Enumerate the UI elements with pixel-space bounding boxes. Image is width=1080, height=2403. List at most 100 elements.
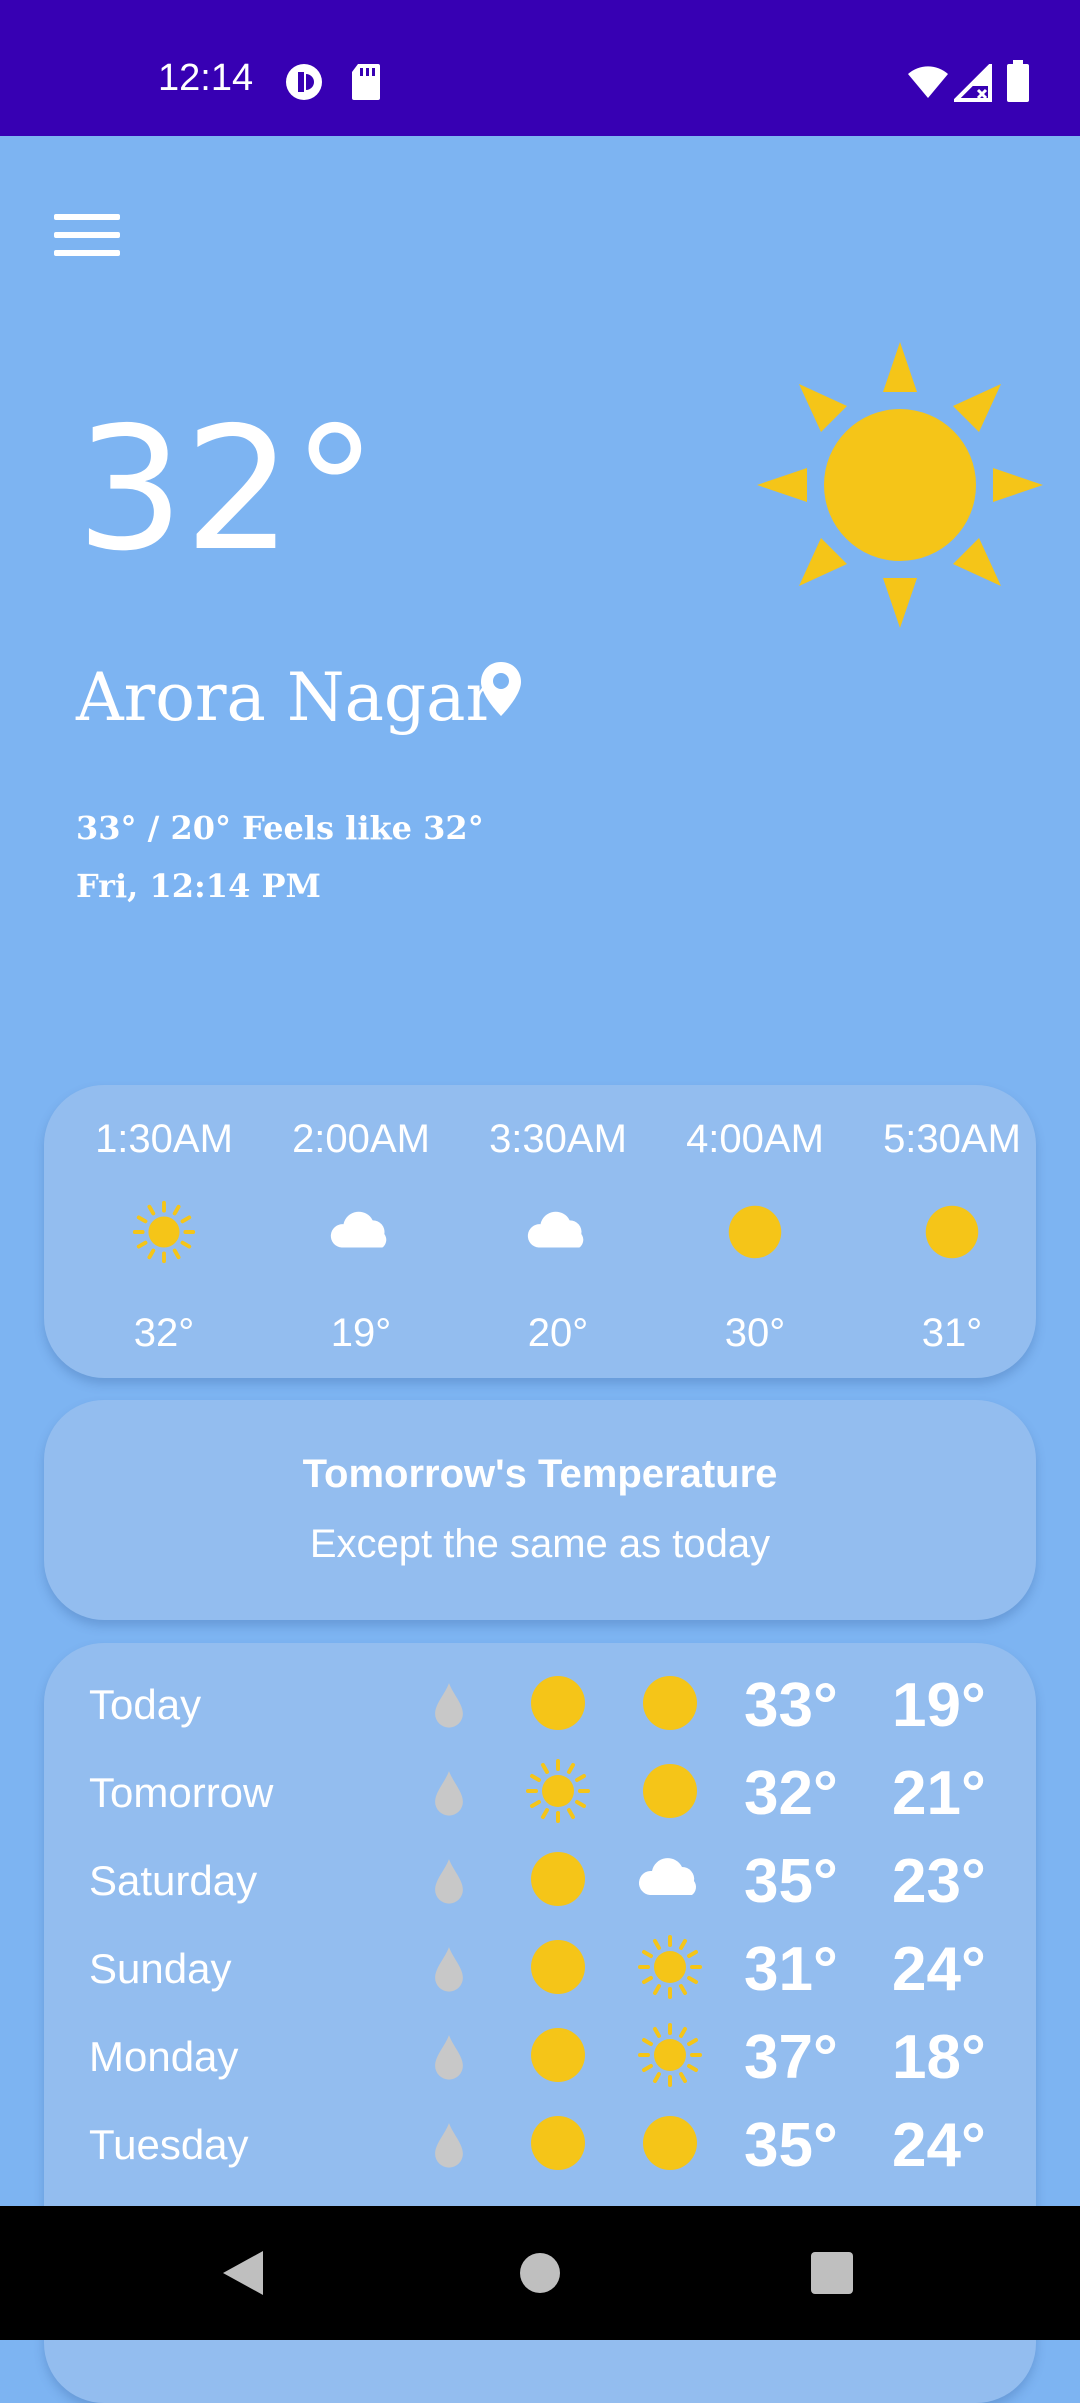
navigation-bar: [0, 2206, 1080, 2340]
day-weather-icon: [522, 1667, 594, 1739]
sun-rays-icon: [132, 1200, 196, 1264]
wifi-icon: [908, 66, 948, 98]
hourly-item: 3:30AM 20°: [458, 1085, 658, 1378]
night-weather-icon: [634, 2107, 706, 2179]
day-high-temperature: 31°: [744, 1935, 838, 2004]
hourly-icon: [523, 1197, 593, 1267]
precipitation-drop-icon: [424, 1759, 474, 1825]
day-name: Tomorrow: [89, 1769, 274, 1816]
vpn-icon: [286, 64, 322, 100]
sun-disc-icon: [643, 1676, 697, 1730]
sun-disc-icon: [531, 2028, 585, 2082]
drop-icon: [435, 1947, 463, 1992]
day-weather-icon: [522, 2107, 594, 2179]
day-name: Saturday: [89, 1857, 258, 1904]
sun-disc-icon: [531, 1940, 585, 1994]
day-low-temperature: 24°: [892, 2111, 986, 2180]
hourly-icon: [326, 1197, 396, 1267]
hourly-time: 2:00AM: [292, 1117, 430, 1161]
sun-rays-icon: [526, 1759, 590, 1823]
hamburger-menu-icon[interactable]: [54, 210, 122, 258]
sun-rays-icon: [638, 2023, 702, 2087]
sun-disc-icon: [643, 1764, 697, 1818]
night-weather-icon: [634, 1667, 706, 1739]
hourly-item: 1:30AM 32°: [64, 1085, 264, 1378]
drop-icon: [435, 1859, 463, 1904]
location-pin-icon[interactable]: [478, 660, 524, 718]
night-weather-icon: [634, 1931, 706, 2003]
drop-icon: [435, 2035, 463, 2080]
status-time: 12:14: [158, 57, 254, 99]
precipitation-drop-icon: [424, 1847, 474, 1913]
drop-icon: [435, 1683, 463, 1728]
daily-row: Saturday 35° 23°: [44, 1837, 1036, 1925]
drop-icon: [435, 2123, 463, 2168]
hourly-temperature: 19°: [330, 1311, 392, 1355]
daily-row: Sunday 31° 24°: [44, 1925, 1036, 2013]
hourly-time: 1:30AM: [95, 1117, 233, 1161]
temperature-summary: 33° / 20° Feels like 32°: [76, 809, 484, 847]
hourly-temperature: 30°: [724, 1311, 786, 1355]
hourly-temperature: 31°: [921, 1311, 983, 1355]
cloud-icon: [638, 1858, 696, 1895]
precipitation-drop-icon: [424, 1935, 474, 2001]
back-icon[interactable]: [165, 2206, 325, 2340]
precipitation-drop-icon: [424, 2111, 474, 2177]
hourly-icon: [720, 1197, 790, 1267]
home-icon[interactable]: [460, 2206, 620, 2340]
recents-icon[interactable]: [752, 2206, 912, 2340]
day-weather-icon: [522, 1755, 594, 1827]
battery-icon: [1007, 60, 1029, 102]
day-high-temperature: 35°: [744, 2111, 838, 2180]
daily-row: Today 33° 19°: [44, 1661, 1036, 1749]
day-weather-icon: [522, 1843, 594, 1915]
current-temperature: 32°: [76, 391, 378, 589]
sun-disc-icon: [531, 1852, 585, 1906]
hourly-icon: [917, 1197, 987, 1267]
day-high-temperature: 32°: [744, 1759, 838, 1828]
sun-rays-icon: [638, 1935, 702, 1999]
day-high-temperature: 37°: [744, 2023, 838, 2092]
day-name: Monday: [89, 2033, 239, 2080]
night-weather-icon: [634, 2019, 706, 2091]
day-weather-icon: [522, 1931, 594, 2003]
daily-row: Tomorrow 32° 21°: [44, 1749, 1036, 1837]
hourly-item: 4:00AM 30°: [655, 1085, 855, 1378]
sd-card-icon: [352, 64, 380, 100]
day-weather-icon: [522, 2019, 594, 2091]
hourly-temperature: 20°: [527, 1311, 589, 1355]
sun-disc-icon: [531, 1676, 585, 1730]
sun-icon: [757, 342, 1043, 628]
hourly-time: 3:30AM: [489, 1117, 627, 1161]
day-name: Tuesday: [89, 2121, 249, 2168]
day-name: Sunday: [89, 1945, 232, 1992]
hourly-item: 2:00AM 19°: [261, 1085, 461, 1378]
current-datetime: Fri, 12:14 PM: [76, 867, 321, 905]
daily-row: Monday 37° 18°: [44, 2013, 1036, 2101]
day-low-temperature: 24°: [892, 1935, 986, 2004]
hourly-item: 5:30AM 31°: [852, 1085, 1036, 1378]
night-weather-icon: [634, 1843, 706, 1915]
sun-disc-icon: [531, 2116, 585, 2170]
precipitation-drop-icon: [424, 1671, 474, 1737]
day-high-temperature: 35°: [744, 1847, 838, 1916]
day-low-temperature: 23°: [892, 1847, 986, 1916]
hourly-forecast-card[interactable]: 1:30AM 32° 2:00AM 19° 3:30AM 20° 4:00AM 30° 5:30…: [44, 1085, 1036, 1378]
sun-disc-icon: [925, 1205, 979, 1259]
cloud-icon: [330, 1211, 387, 1248]
status-bar: 12:14: [0, 0, 1080, 136]
drop-icon: [435, 1771, 463, 1816]
tomorrow-text: Except the same as today: [309, 1522, 771, 1566]
daily-row: Tuesday 35° 24°: [44, 2101, 1036, 2189]
tomorrow-title: Tomorrow's Temperature: [302, 1452, 778, 1496]
day-name: Today: [89, 1681, 202, 1728]
hourly-time: 4:00AM: [686, 1117, 824, 1161]
day-low-temperature: 21°: [892, 1759, 986, 1828]
day-low-temperature: 18°: [892, 2023, 986, 2092]
hourly-icon: [129, 1197, 199, 1267]
cloud-icon: [527, 1211, 584, 1248]
precipitation-drop-icon: [424, 2023, 474, 2089]
night-weather-icon: [634, 1755, 706, 1827]
hourly-time: 5:30AM: [883, 1117, 1021, 1161]
day-low-temperature: 19°: [892, 1671, 986, 1740]
